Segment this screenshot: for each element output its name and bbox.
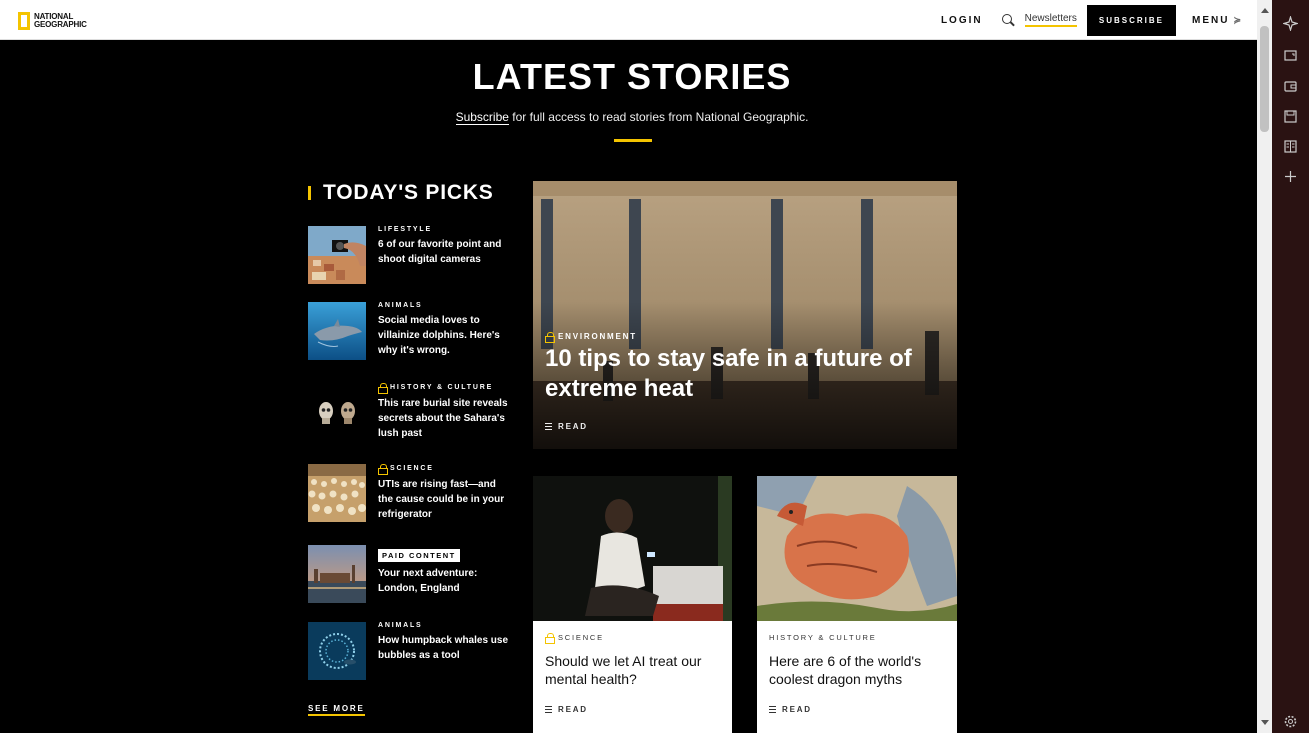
subscribe-link[interactable]: Subscribe bbox=[455, 110, 509, 125]
whale-bubbles-thumbnail[interactable] bbox=[308, 622, 366, 680]
add-icon[interactable] bbox=[1283, 169, 1298, 184]
settings-icon[interactable] bbox=[1283, 714, 1298, 729]
site-header: NATIONAL GEOGRAPHIC LOGIN Newsletters SU… bbox=[0, 0, 1257, 40]
pick-category: SCIENCE bbox=[378, 464, 513, 475]
search-icon[interactable] bbox=[1001, 13, 1015, 27]
yellow-divider bbox=[614, 139, 652, 142]
page-scrollbar[interactable] bbox=[1257, 0, 1272, 733]
scroll-up-arrow-icon[interactable] bbox=[1261, 8, 1269, 13]
menu-button[interactable]: MENU ≽ bbox=[1192, 15, 1243, 26]
subscribe-prompt-text: for full access to read stories from Nat… bbox=[508, 110, 809, 124]
card-category: HISTORY & CULTURE bbox=[769, 633, 877, 642]
dragon-myths-image bbox=[757, 476, 957, 621]
newsletters-link[interactable]: Newsletters bbox=[1024, 13, 1077, 27]
logo-line-2: GEOGRAPHIC bbox=[34, 20, 87, 29]
screenshot-icon[interactable] bbox=[1283, 48, 1298, 63]
pick-category: LIFESTYLE bbox=[378, 226, 432, 233]
lock-icon bbox=[545, 633, 555, 644]
featured-story[interactable]: ENVIRONMENT 10 tips to stay safe in a fu… bbox=[533, 181, 957, 449]
featured-story-image bbox=[533, 181, 957, 449]
reading-icon[interactable] bbox=[1283, 139, 1298, 154]
subscribe-button[interactable]: SUBSCRIBE bbox=[1086, 4, 1176, 36]
read-lines-icon bbox=[545, 706, 552, 713]
skulls-thumbnail[interactable] bbox=[308, 383, 366, 441]
copilot-icon[interactable] bbox=[1281, 14, 1300, 33]
pick-title[interactable]: UTIs are rising fast—and the cause could… bbox=[378, 477, 513, 522]
natgeo-logo[interactable]: NATIONAL GEOGRAPHIC bbox=[18, 12, 87, 30]
read-lines-icon bbox=[545, 423, 552, 430]
card-title[interactable]: Here are 6 of the world's coolest dragon… bbox=[769, 652, 949, 688]
pick-category: ANIMALS bbox=[378, 622, 423, 629]
lock-icon bbox=[378, 383, 388, 394]
menu-label: MENU bbox=[1192, 14, 1230, 26]
see-more-link[interactable]: SEE MORE bbox=[308, 704, 365, 716]
heading-accent-bar bbox=[308, 186, 311, 200]
lock-icon bbox=[378, 464, 388, 475]
read-button[interactable]: READ bbox=[545, 422, 588, 431]
subscribe-prompt: Subscribe for full access to read storie… bbox=[7, 110, 1257, 125]
story-card[interactable]: SCIENCE Should we let AI treat our menta… bbox=[533, 476, 732, 733]
chevron-down-icon: ≽ bbox=[1233, 14, 1243, 25]
lock-icon bbox=[545, 332, 555, 343]
pick-title[interactable]: Your next adventure: London, England bbox=[378, 566, 513, 596]
chicken-farm-thumbnail[interactable] bbox=[308, 464, 366, 522]
story-card[interactable]: HISTORY & CULTURE Here are 6 of the worl… bbox=[757, 476, 957, 733]
save-icon[interactable] bbox=[1283, 109, 1298, 124]
pick-title[interactable]: This rare burial site reveals secrets ab… bbox=[378, 396, 513, 441]
pick-title[interactable]: 6 of our favorite point and shoot digita… bbox=[378, 237, 513, 267]
camera-thumbnail[interactable] bbox=[308, 226, 366, 284]
ai-mental-health-image bbox=[533, 476, 732, 621]
latest-stories-section: LATEST STORIES Subscribe for full access… bbox=[7, 40, 1257, 733]
read-lines-icon bbox=[769, 706, 776, 713]
browser-sidebar bbox=[1272, 0, 1309, 733]
featured-category: ENVIRONMENT bbox=[545, 332, 945, 343]
todays-picks-heading: TODAY'S PICKS bbox=[308, 181, 494, 205]
featured-title[interactable]: 10 tips to stay safe in a future of extr… bbox=[545, 344, 945, 404]
pick-title[interactable]: How humpback whales use bubbles as a too… bbox=[378, 633, 513, 663]
page-title: LATEST STORIES bbox=[472, 56, 792, 97]
london-thumbnail[interactable] bbox=[308, 545, 366, 603]
login-link[interactable]: LOGIN bbox=[941, 15, 983, 26]
dolphin-thumbnail[interactable] bbox=[308, 302, 366, 360]
scroll-down-arrow-icon[interactable] bbox=[1261, 720, 1269, 725]
scroll-thumb[interactable] bbox=[1260, 26, 1269, 132]
read-button[interactable]: READ bbox=[545, 705, 588, 714]
wallet-icon[interactable] bbox=[1283, 79, 1298, 94]
pick-title[interactable]: Social media loves to villainize dolphin… bbox=[378, 313, 513, 358]
pick-category: ANIMALS bbox=[378, 302, 423, 309]
logo-yellow-border-icon bbox=[18, 12, 30, 30]
todays-picks-title: TODAY'S PICKS bbox=[323, 181, 494, 204]
read-button[interactable]: READ bbox=[769, 705, 812, 714]
card-category: SCIENCE bbox=[545, 633, 604, 644]
pick-category: HISTORY & CULTURE bbox=[378, 383, 513, 394]
header-nav: LOGIN Newsletters SUBSCRIBE MENU ≽ bbox=[941, 0, 1257, 40]
card-title[interactable]: Should we let AI treat our mental health… bbox=[545, 652, 725, 688]
paid-content-badge: PAID CONTENT bbox=[378, 549, 460, 562]
